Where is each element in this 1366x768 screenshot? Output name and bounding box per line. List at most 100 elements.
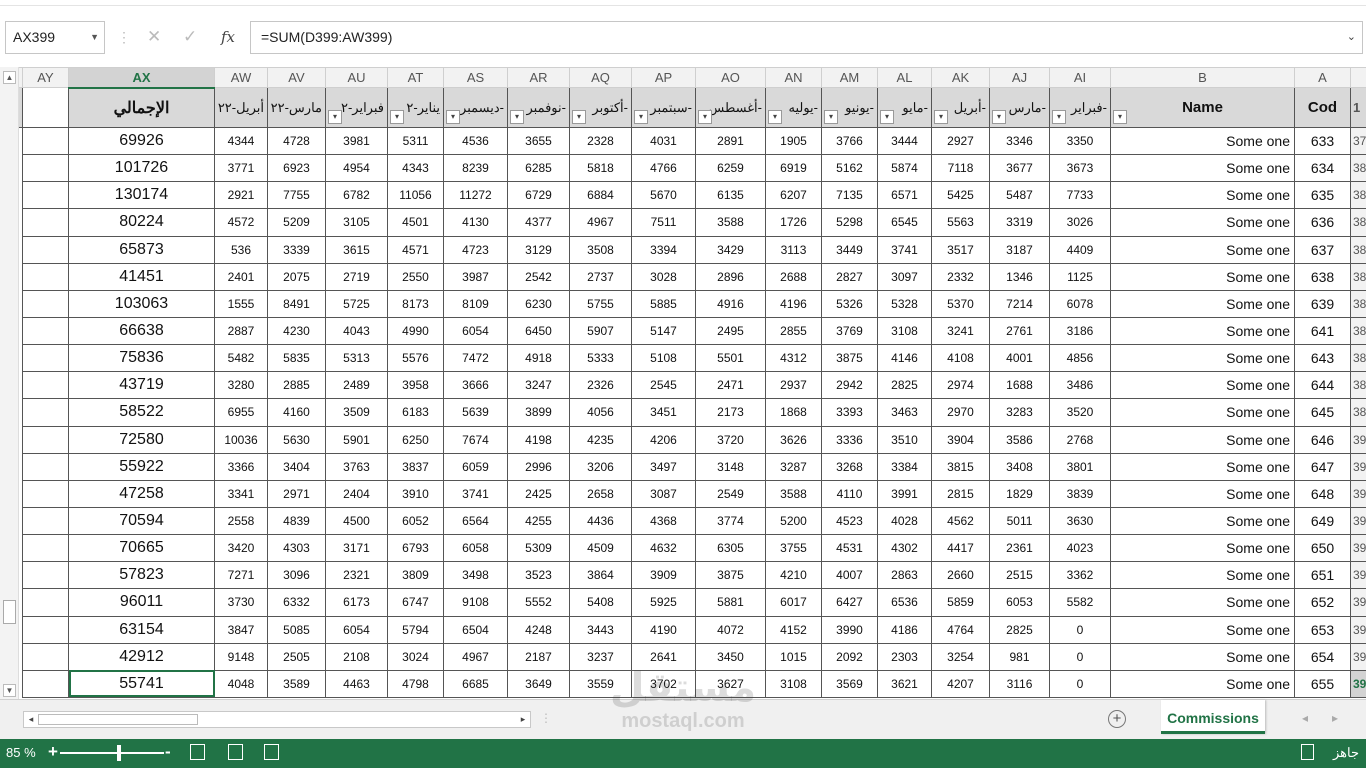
value-cell[interactable]: 4990 <box>387 316 444 346</box>
cell-ay[interactable] <box>22 479 69 508</box>
value-cell[interactable]: 2545 <box>631 371 696 400</box>
value-cell[interactable]: 3362 <box>1049 561 1111 590</box>
value-cell[interactable]: 2921 <box>214 181 268 210</box>
value-cell[interactable]: 11272 <box>443 181 508 210</box>
value-cell[interactable]: 4531 <box>821 534 878 563</box>
value-cell[interactable]: 7118 <box>931 154 990 183</box>
row-number[interactable]: 389 <box>1350 398 1366 427</box>
total-cell[interactable]: 70594 <box>68 506 215 536</box>
value-cell[interactable]: 3839 <box>1049 479 1111 508</box>
value-cell[interactable]: 7511 <box>631 208 696 237</box>
value-cell[interactable]: 6571 <box>877 181 932 210</box>
value-cell[interactable]: 3187 <box>989 235 1050 264</box>
value-cell[interactable]: 5501 <box>695 344 766 373</box>
value-cell[interactable]: 8173 <box>387 289 444 318</box>
value-cell[interactable]: 6747 <box>387 588 444 617</box>
value-cell[interactable]: 6729 <box>507 181 570 210</box>
value-cell[interactable]: 1015 <box>765 642 822 671</box>
value-cell[interactable]: 7733 <box>1049 181 1111 210</box>
value-cell[interactable]: 4210 <box>765 561 822 590</box>
value-cell[interactable]: 6052 <box>387 506 444 536</box>
value-cell[interactable]: 5874 <box>877 154 932 183</box>
value-cell[interactable]: 3910 <box>387 479 444 508</box>
value-cell[interactable]: 2173 <box>695 398 766 427</box>
value-cell[interactable]: 2927 <box>931 126 990 156</box>
value-cell[interactable]: 4023 <box>1049 534 1111 563</box>
value-cell[interactable]: 3899 <box>507 398 570 427</box>
value-cell[interactable]: 2425 <box>507 479 570 508</box>
value-cell[interactable]: 3981 <box>325 126 388 156</box>
code-cell[interactable]: 635 <box>1294 181 1351 210</box>
name-cell[interactable]: Some one <box>1110 126 1295 156</box>
value-cell[interactable]: 3206 <box>569 452 632 481</box>
scroll-up-icon[interactable]: ▲ <box>3 71 16 84</box>
value-cell[interactable]: 6450 <box>507 316 570 346</box>
column-header-ar[interactable]: AR <box>507 67 570 88</box>
value-cell[interactable]: 5582 <box>1049 588 1111 617</box>
value-cell[interactable]: 3429 <box>695 235 766 264</box>
value-cell[interactable]: 3801 <box>1049 452 1111 481</box>
worksheet-grid[interactable]: AY AX AW AV AU AT AS AR AQ AP AO AN AM AL AK AJ AI B A الإ… <box>0 67 1366 699</box>
value-cell[interactable]: 6259 <box>695 154 766 183</box>
value-cell[interactable]: 4632 <box>631 534 696 563</box>
value-cell[interactable]: 4028 <box>877 506 932 536</box>
value-cell[interactable]: 5885 <box>631 289 696 318</box>
value-cell[interactable]: 3443 <box>569 615 632 644</box>
value-cell[interactable]: 5487 <box>989 181 1050 210</box>
value-cell[interactable]: 4368 <box>631 506 696 536</box>
month-header-8[interactable]: أغسطس- ▾ <box>695 87 766 128</box>
value-cell[interactable]: 2361 <box>989 534 1050 563</box>
month-header-3[interactable]: يناير-٢ ▾ <box>387 87 444 128</box>
value-cell[interactable]: 3108 <box>765 669 822 698</box>
value-cell[interactable]: 3268 <box>821 452 878 481</box>
value-cell[interactable]: 2495 <box>695 316 766 346</box>
total-cell[interactable]: 72580 <box>68 425 215 454</box>
filter-icon[interactable]: ▾ <box>1113 110 1127 124</box>
cell-ay[interactable] <box>22 316 69 346</box>
function-icon[interactable]: fx <box>221 26 235 48</box>
code-cell[interactable]: 639 <box>1294 289 1351 318</box>
column-header-au[interactable]: AU <box>325 67 388 88</box>
value-cell[interactable]: 3673 <box>1049 154 1111 183</box>
value-cell[interactable]: 4043 <box>325 316 388 346</box>
value-cell[interactable]: 3588 <box>695 208 766 237</box>
value-cell[interactable]: 6230 <box>507 289 570 318</box>
zoom-level[interactable]: 85 % <box>6 745 36 760</box>
cell-ay[interactable] <box>22 561 69 590</box>
code-cell[interactable]: 643 <box>1294 344 1351 373</box>
add-sheet-icon[interactable]: + <box>1108 710 1126 728</box>
value-cell[interactable]: 3766 <box>821 126 878 156</box>
column-header-aj[interactable]: AJ <box>989 67 1050 88</box>
value-cell[interactable]: 4056 <box>569 398 632 427</box>
cell-ay[interactable] <box>22 452 69 481</box>
horizontal-scroll-thumb[interactable] <box>38 714 198 725</box>
value-cell[interactable]: 2187 <box>507 642 570 671</box>
total-cell[interactable]: 101726 <box>68 154 215 183</box>
cell-ay[interactable] <box>22 425 69 454</box>
prev-sheet-icon[interactable]: ◂ <box>1302 711 1308 725</box>
column-header-ax[interactable]: AX <box>68 67 215 89</box>
filter-icon[interactable]: ▾ <box>634 110 648 124</box>
value-cell[interactable]: 3508 <box>569 235 632 264</box>
value-cell[interactable]: 5309 <box>507 534 570 563</box>
filter-icon[interactable]: ▾ <box>768 110 782 124</box>
value-cell[interactable]: 2471 <box>695 371 766 400</box>
cell-ay[interactable] <box>22 669 69 698</box>
month-header-10[interactable]: يونيو- ▾ <box>821 87 878 128</box>
value-cell[interactable]: 3148 <box>695 452 766 481</box>
value-cell[interactable]: 4303 <box>267 534 326 563</box>
value-cell[interactable]: 2505 <box>267 642 326 671</box>
total-cell[interactable]: 47258 <box>68 479 215 508</box>
value-cell[interactable]: 3393 <box>821 398 878 427</box>
value-cell[interactable]: 5794 <box>387 615 444 644</box>
value-cell[interactable]: 2075 <box>267 262 326 291</box>
value-cell[interactable]: 3247 <box>507 371 570 400</box>
value-cell[interactable]: 5408 <box>569 588 632 617</box>
filter-icon[interactable]: ▾ <box>824 110 838 124</box>
value-cell[interactable]: 4571 <box>387 235 444 264</box>
value-cell[interactable]: 4206 <box>631 425 696 454</box>
row-number[interactable]: 391 <box>1350 452 1366 481</box>
code-cell[interactable]: 646 <box>1294 425 1351 454</box>
value-cell[interactable]: 4190 <box>631 615 696 644</box>
row-number[interactable]: 392 <box>1350 479 1366 508</box>
